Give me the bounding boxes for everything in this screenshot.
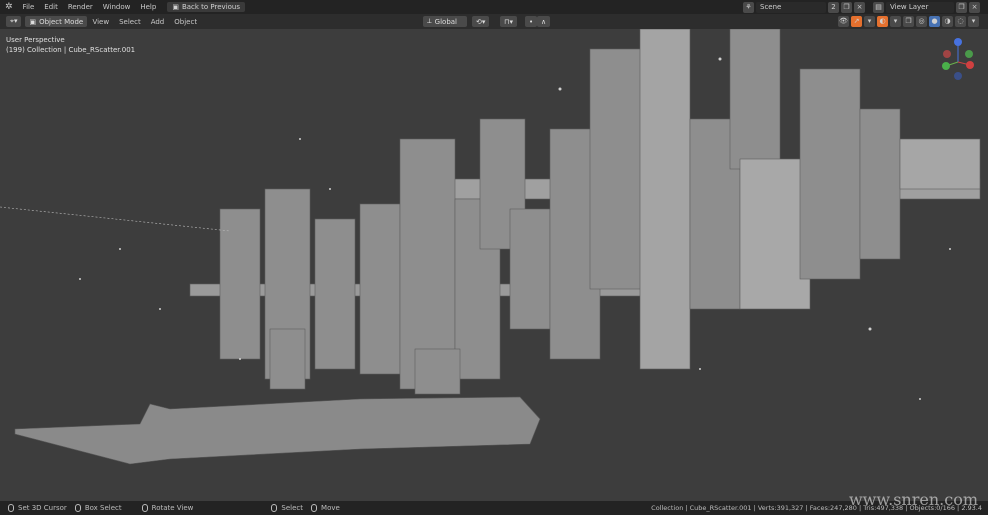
gizmo-toggle-icon[interactable]: ↗ — [851, 16, 862, 27]
falloff-dropdown[interactable]: ∧ — [537, 16, 551, 27]
scene-field[interactable]: Scene — [756, 1, 826, 13]
orientation-icon: ⟂ — [427, 17, 432, 25]
snap-dropdown[interactable]: ⊓▾ — [500, 16, 517, 27]
transform-orientation-dropdown[interactable]: ⟂ Global — [423, 16, 467, 27]
menu-view[interactable]: View — [87, 18, 114, 26]
mode-dropdown[interactable]: ▣ Object Mode — [25, 16, 88, 27]
menu-add[interactable]: Add — [146, 18, 170, 26]
delete-view-layer-icon[interactable]: × — [969, 1, 980, 13]
perspective-label: User Perspective — [6, 36, 65, 44]
status-label: Select — [281, 504, 304, 512]
editor-type-dropdown[interactable]: ⌖▾ — [6, 16, 22, 27]
mouse-drag-icon — [311, 504, 318, 512]
top-bar: ✲ File Edit Render Window Help ▣ Back to … — [0, 0, 988, 14]
rendered-shading-icon[interactable]: ◌ — [955, 16, 966, 27]
status-label: Move — [321, 504, 340, 512]
pivot-dropdown[interactable]: ⟲▾ — [472, 16, 490, 27]
view-layer-icon[interactable]: ▤ — [873, 1, 884, 13]
menu-help[interactable]: Help — [135, 3, 161, 11]
mouse-middle-icon — [141, 504, 148, 512]
viewport-header: ⌖▾ ▣ Object Mode View Select Add Object ⟂… — [0, 14, 988, 29]
menu-file[interactable]: File — [18, 3, 40, 11]
status-select: Select — [271, 504, 303, 512]
new-view-layer-icon[interactable]: ❐ — [956, 1, 967, 13]
status-rotate-view: Rotate View — [141, 504, 194, 512]
scene-render — [0, 28, 981, 465]
material-shading-icon[interactable]: ◑ — [942, 16, 953, 27]
status-bar: Set 3D Cursor Box Select Rotate View Sel… — [0, 501, 988, 515]
status-box-select: Box Select — [74, 504, 122, 512]
visibility-icon[interactable]: 👁 — [838, 16, 849, 27]
collection-info: (199) Collection | Cube_RScatter.001 — [6, 46, 136, 54]
status-label: Set 3D Cursor — [18, 504, 67, 512]
shading-dropdown-icon[interactable]: ▾ — [968, 16, 979, 27]
wireframe-shading-icon[interactable]: ◎ — [916, 16, 927, 27]
overlay-dropdown-icon[interactable]: ▾ — [890, 16, 901, 27]
orientation-label: Global — [434, 17, 458, 26]
menu-render[interactable]: Render — [63, 3, 98, 11]
object-mode-icon: ▣ — [29, 17, 37, 26]
status-set-3d-cursor: Set 3D Cursor — [8, 504, 67, 512]
scene-icon[interactable]: ⚘ — [743, 1, 754, 13]
mode-label: Object Mode — [39, 17, 84, 26]
view-layer-field[interactable]: View Layer — [886, 1, 954, 13]
navigation-gizmo[interactable] — [938, 34, 978, 84]
axis-gizmo-icon — [942, 38, 974, 80]
menu-object[interactable]: Object — [169, 18, 202, 26]
proportional-edit-toggle[interactable]: • — [525, 16, 538, 27]
overlay-toggle-icon[interactable]: ◐ — [877, 16, 888, 27]
mouse-right-icon — [271, 504, 278, 512]
gizmo-dropdown-icon[interactable]: ▾ — [864, 16, 875, 27]
scene-users-count: 2 — [828, 1, 839, 13]
status-label: Box Select — [84, 504, 122, 512]
watermark: www.snren.com — [848, 490, 978, 509]
menu-window[interactable]: Window — [98, 3, 136, 11]
back-label: Back to Previous — [181, 3, 241, 11]
status-move: Move — [311, 504, 340, 512]
back-to-previous-button[interactable]: ▣ Back to Previous — [167, 2, 246, 12]
screen-icon: ▣ — [172, 3, 179, 11]
xray-toggle-icon[interactable]: ❐ — [903, 16, 914, 27]
solid-shading-icon[interactable]: ● — [929, 16, 940, 27]
blender-logo-icon[interactable]: ✲ — [0, 2, 18, 12]
menu-edit[interactable]: Edit — [39, 3, 63, 11]
delete-scene-icon[interactable]: × — [854, 1, 865, 13]
menu-select[interactable]: Select — [114, 18, 146, 26]
mouse-left-icon — [8, 504, 14, 512]
status-label: Rotate View — [151, 504, 194, 512]
mouse-drag-icon — [74, 504, 81, 512]
3d-viewport[interactable]: User Perspective (199) Collection | Cube… — [0, 28, 988, 500]
new-scene-icon[interactable]: ❐ — [841, 1, 852, 13]
